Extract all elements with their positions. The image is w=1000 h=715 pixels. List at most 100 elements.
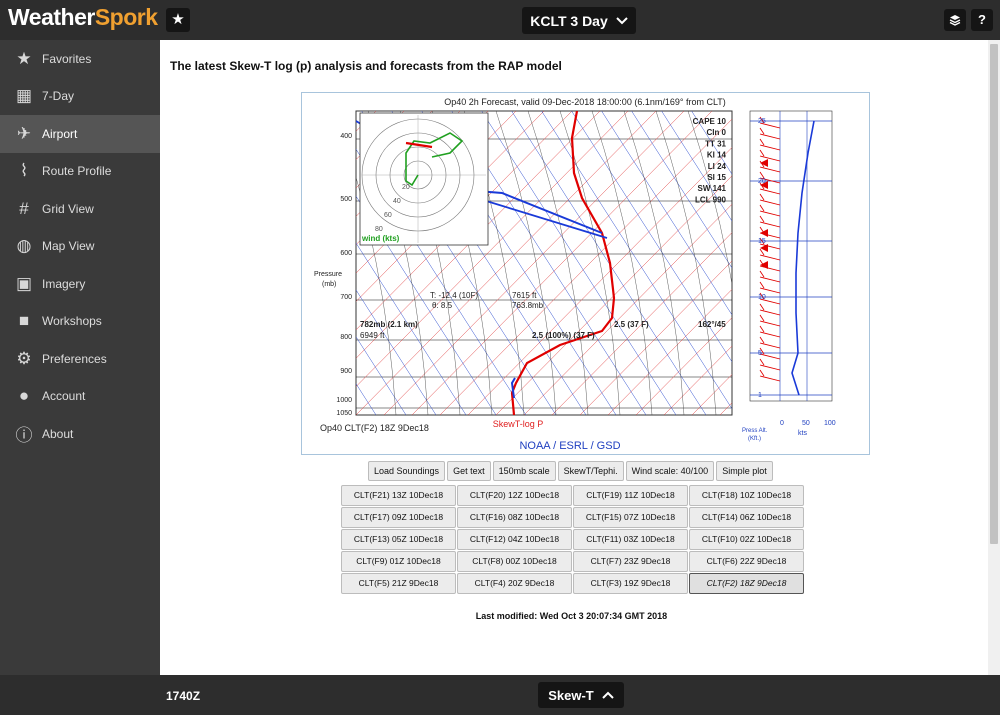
sidebar-item-label: 7-Day (42, 89, 75, 104)
sounding-button[interactable]: CLT(F17) 09Z 10Dec18 (341, 507, 456, 528)
sounding-button[interactable]: CLT(F14) 06Z 10Dec18 (689, 507, 804, 528)
cursor-temp: T: -12.4 (10F) (430, 291, 478, 300)
sounding-button[interactable]: CLT(F12) 04Z 10Dec18 (457, 529, 572, 550)
sidebar-item-map-view[interactable]: ◍ Map View (0, 228, 160, 266)
location-label: KCLT 3 Day (530, 12, 608, 29)
globe-icon: ◍ (16, 236, 32, 256)
sidebar-item-about[interactable]: ⓘ About (0, 415, 160, 453)
sounding-button[interactable]: CLT(F8) 00Z 10Dec18 (457, 551, 572, 572)
plot-title: Op40 2h Forecast, valid 09-Dec-2018 18:0… (444, 97, 726, 107)
sounding-buttons: CLT(F21) 13Z 10Dec18 CLT(F20) 12Z 10Dec18… (341, 485, 804, 594)
top-bar: WeatherSpork ★ KCLT 3 Day ? (0, 0, 1000, 40)
control-simple-plot-button[interactable]: Simple plot (716, 461, 773, 481)
sidebar-item-grid-view[interactable]: # Grid View (0, 190, 160, 228)
sounding-button[interactable]: CLT(F13) 05Z 10Dec18 (341, 529, 456, 550)
level-pressure: 782mb (2.1 km) (360, 320, 418, 329)
skewt-plot[interactable]: 20 40 60 80 wind (kts) Op40 2h Forecast, vali… (301, 92, 870, 455)
plane-takeoff-icon: ✈ (16, 123, 32, 143)
sounding-button[interactable]: CLT(F2) 18Z 9Dec18 (689, 573, 804, 594)
plot-credit: NOAA / ESRL / GSD (519, 440, 620, 452)
sidebar-item-airport[interactable]: ✈ Airport (0, 115, 160, 153)
pressure-tick: 400 (340, 133, 352, 140)
sidebar-item-label: Grid View (42, 201, 94, 216)
pressure-tick: 1050 (336, 410, 352, 417)
sidebar-item-label: Imagery (42, 276, 86, 291)
scrollbar-thumb[interactable] (990, 44, 998, 544)
view-selector[interactable]: Skew-T (538, 682, 624, 708)
sounding-button[interactable]: CLT(F19) 11Z 10Dec18 (573, 485, 688, 506)
help-button[interactable]: ? (971, 9, 993, 31)
sidebar-item-workshops[interactable]: ■ Workshops (0, 303, 160, 341)
control-wind-scale-40-100-button[interactable]: Wind scale: 40/100 (625, 461, 715, 481)
sidebar-item-label: Preferences (42, 351, 107, 366)
sounding-button[interactable]: CLT(F20) 12Z 10Dec18 (457, 485, 572, 506)
skewt-diagram: 20406080wind (kts)Op40 2h Forecast, vali… (314, 97, 836, 452)
stability-index: LI 24 (708, 162, 727, 171)
logo-text-weather: Weather (8, 4, 95, 30)
level-altitude: 6949 ft (360, 331, 385, 340)
calendar-icon: ▦ (15, 86, 33, 106)
sidebar-item-favorites[interactable]: ★ Favorites (0, 40, 160, 78)
pressure-axis-unit: (mb) (322, 281, 336, 288)
altitude-tick: 1 (758, 392, 762, 399)
hashtag-icon: # (19, 198, 29, 218)
pressure-tick: 900 (340, 368, 352, 375)
control-get-text-button[interactable]: Get text (447, 461, 491, 481)
location-selector[interactable]: KCLT 3 Day (522, 7, 636, 34)
stability-index: TT 31 (705, 139, 726, 148)
altitude-tick: 5 (758, 350, 762, 357)
wind-speed-tick: 50 (802, 420, 810, 427)
sidebar-item-imagery[interactable]: ▣ Imagery (0, 265, 160, 303)
sounding-button[interactable]: CLT(F21) 13Z 10Dec18 (341, 485, 456, 506)
app-logo[interactable]: WeatherSpork (8, 4, 158, 31)
question-icon: ? (978, 12, 986, 27)
view-label: Skew-T (548, 687, 594, 703)
layers-button[interactable] (944, 9, 966, 31)
wind-speed-unit: kts (798, 430, 807, 437)
sounding-button[interactable]: CLT(F7) 23Z 9Dec18 (573, 551, 688, 572)
sounding-button[interactable]: CLT(F3) 19Z 9Dec18 (573, 573, 688, 594)
control-load-soundings-button[interactable]: Load Soundings (368, 461, 446, 481)
user-icon: ● (18, 386, 30, 406)
sounding-button[interactable]: CLT(F18) 10Z 10Dec18 (689, 485, 804, 506)
sidebar-item-label: Route Profile (42, 164, 112, 179)
pressure-tick: 800 (340, 334, 352, 341)
zulu-time: 1740Z (166, 689, 201, 703)
sidebar-item-label: Airport (42, 126, 78, 141)
plot-footer-left: Op40 CLT(F2) 18Z 9Dec18 (320, 423, 429, 433)
hodograph-label: wind (kts) (361, 234, 400, 243)
star-icon: ★ (171, 11, 185, 28)
hodo-ring-label: 40 (393, 198, 401, 205)
sounding-button[interactable]: CLT(F15) 07Z 10Dec18 (573, 507, 688, 528)
sounding-button[interactable]: CLT(F6) 22Z 9Dec18 (689, 551, 804, 572)
logo-text-spork: Spork (94, 4, 158, 30)
altitude-axis-label: Press Alt. (742, 428, 768, 434)
pressure-tick: 1000 (336, 397, 352, 404)
hodo-ring-label: 60 (384, 212, 392, 219)
chevron-up-icon (602, 691, 614, 699)
plot-controls: Load Soundings Get text 150mb scale SkewT/T… (368, 461, 773, 481)
sidebar-item-7-day[interactable]: ▦ 7-Day (0, 78, 160, 116)
sounding-button[interactable]: CLT(F5) 21Z 9Dec18 (341, 573, 456, 594)
star-icon: ★ (16, 48, 32, 68)
sounding-button[interactable]: CLT(F4) 20Z 9Dec18 (457, 573, 572, 594)
wind-speed-tick: 0 (780, 420, 784, 427)
temperature-readout: 2.5 (37 F) (614, 320, 649, 329)
sidebar-item-preferences[interactable]: ⚙ Preferences (0, 340, 160, 378)
sidebar-item-account[interactable]: ● Account (0, 378, 160, 416)
pressure-tick: 700 (340, 294, 352, 301)
sounding-button[interactable]: CLT(F9) 01Z 10Dec18 (341, 551, 456, 572)
sounding-button[interactable]: CLT(F11) 03Z 10Dec18 (573, 529, 688, 550)
favorite-button[interactable]: ★ (166, 8, 190, 32)
sidebar-item-route-profile[interactable]: ⌇ Route Profile (0, 153, 160, 191)
control-skewt-tephi-button[interactable]: SkewT/Tephi. (557, 461, 624, 481)
control-150mb-scale-button[interactable]: 150mb scale (492, 461, 556, 481)
sounding-button[interactable]: CLT(F16) 08Z 10Dec18 (457, 507, 572, 528)
bottom-bar: 1740Z Skew-T (0, 675, 1000, 715)
altitude-tick: 15 (758, 238, 766, 245)
sidebar: ★ Favorites ▦ 7-Day ✈ Airport ⌇ Route Profile # G… (0, 40, 160, 675)
altitude-tick: 10 (758, 294, 766, 301)
main-content: The latest Skew-T log (p) analysis and f… (160, 40, 988, 675)
sounding-button[interactable]: CLT(F10) 02Z 10Dec18 (689, 529, 804, 550)
sidebar-item-label: About (42, 426, 74, 441)
